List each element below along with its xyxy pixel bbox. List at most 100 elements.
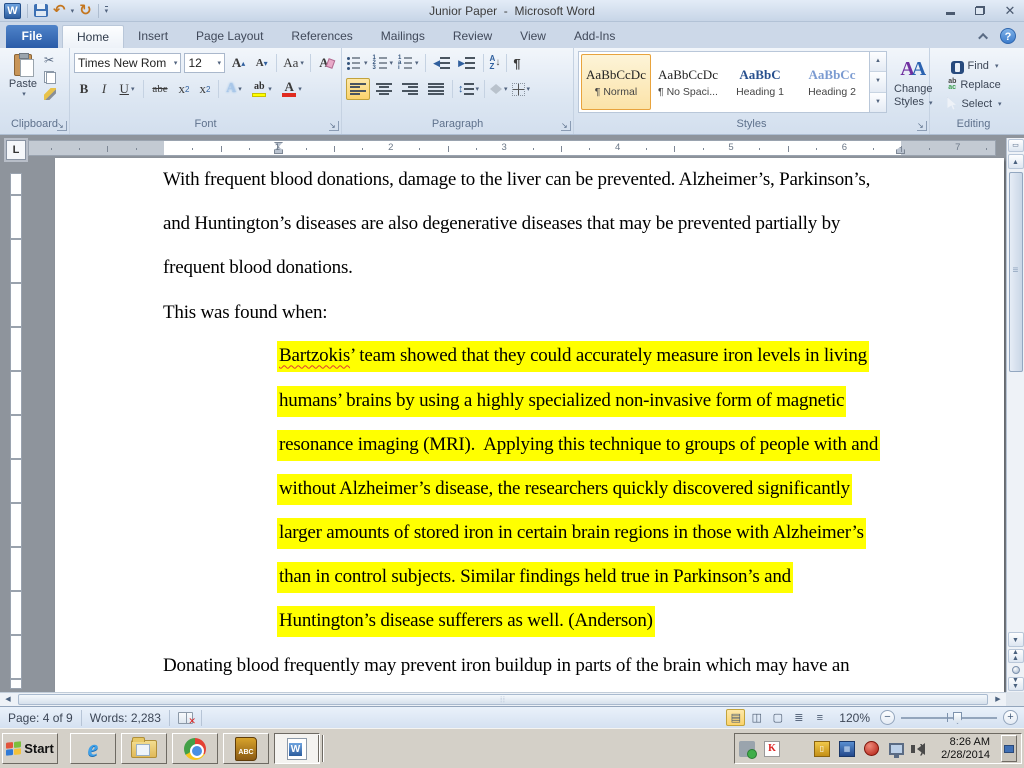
tab-view[interactable]: View bbox=[506, 25, 560, 48]
shading-button[interactable]: ▾ bbox=[489, 83, 509, 95]
tab-file[interactable]: File bbox=[6, 25, 58, 48]
horizontal-scroll-thumb[interactable]: ⦙⦙ bbox=[18, 694, 988, 705]
grow-font-button[interactable]: A▴ bbox=[228, 54, 249, 72]
font-size-combo[interactable]: 12▾ bbox=[184, 53, 225, 73]
styles-scroll-down-icon[interactable]: ▼ bbox=[870, 72, 886, 92]
paragraph-dialog-launcher[interactable]: ↘ bbox=[561, 121, 571, 131]
find-button[interactable]: Find▾ bbox=[934, 56, 1013, 75]
vertical-scroll-thumb[interactable] bbox=[1009, 172, 1023, 372]
vertical-scrollbar[interactable]: ▭ ▲ ▼ ▲▲ ▼▼ bbox=[1006, 138, 1024, 692]
kaspersky-icon[interactable]: K bbox=[764, 741, 780, 757]
tab-mailings[interactable]: Mailings bbox=[367, 25, 439, 48]
document-line[interactable]: humans’ brains by using a highly special… bbox=[163, 379, 964, 423]
taskbar-clock[interactable]: 8:26 AM 2/28/2014 bbox=[941, 736, 992, 762]
document-line[interactable]: With frequent blood donations, damage to… bbox=[163, 158, 964, 202]
zoom-out-button[interactable]: − bbox=[880, 710, 895, 725]
shrink-font-button[interactable]: A▾ bbox=[252, 56, 271, 70]
proofing-status[interactable] bbox=[170, 707, 201, 728]
cut-icon[interactable]: ✂ bbox=[44, 53, 56, 67]
undo-icon[interactable]: ↶ bbox=[53, 4, 66, 18]
print-layout-view-button[interactable]: ▤ bbox=[726, 709, 745, 726]
tab-page-layout[interactable]: Page Layout bbox=[182, 25, 277, 48]
scroll-left-icon[interactable]: ◀ bbox=[0, 694, 16, 706]
qat-customize-icon[interactable]: ▾ bbox=[105, 6, 109, 15]
replace-button[interactable]: abacReplace bbox=[934, 75, 1013, 94]
taskbar-item-chrome[interactable] bbox=[172, 733, 218, 764]
justify-button[interactable] bbox=[424, 78, 448, 100]
styles-more-icon[interactable]: ▼ bbox=[870, 93, 886, 112]
font-dialog-launcher[interactable]: ↘ bbox=[329, 121, 339, 131]
repeat-icon[interactable]: ↻ bbox=[79, 4, 92, 18]
outline-view-button[interactable]: ≣ bbox=[789, 709, 808, 726]
tray-chip-icon[interactable]: ▦ bbox=[839, 741, 855, 757]
decrease-indent-button[interactable]: ◀ bbox=[431, 56, 453, 70]
save-icon[interactable] bbox=[34, 4, 48, 17]
highlight-color-button[interactable]: ab▾ bbox=[247, 81, 277, 98]
tab-home[interactable]: Home bbox=[62, 25, 124, 48]
network-globe-icon[interactable] bbox=[864, 741, 879, 756]
help-icon[interactable]: ? bbox=[1000, 28, 1016, 44]
clipboard-dialog-launcher[interactable]: ↘ bbox=[57, 121, 67, 131]
taskbar-item-file-explorer[interactable] bbox=[121, 733, 167, 764]
minimize-button[interactable] bbox=[940, 6, 960, 16]
select-browse-object-icon[interactable] bbox=[1012, 666, 1020, 674]
volume-icon[interactable] bbox=[917, 743, 925, 755]
fullscreen-reading-view-button[interactable]: ◫ bbox=[747, 709, 766, 726]
document-page[interactable]: With frequent blood donations, damage to… bbox=[55, 158, 1004, 692]
line-spacing-button[interactable]: ↕▾ bbox=[457, 82, 480, 96]
page-indicator[interactable]: Page: 4 of 9 bbox=[0, 707, 81, 728]
web-layout-view-button[interactable]: ▢ bbox=[768, 709, 787, 726]
tab-insert[interactable]: Insert bbox=[124, 25, 182, 48]
document-line[interactable]: without Alzheimer’s disease, the researc… bbox=[163, 467, 964, 511]
word-app-icon[interactable]: W bbox=[4, 3, 21, 19]
scroll-up-icon[interactable]: ▲ bbox=[1008, 154, 1024, 169]
safely-remove-hardware-icon[interactable] bbox=[739, 741, 755, 757]
bold-button[interactable]: B bbox=[74, 80, 94, 98]
view-ruler-toggle-icon[interactable]: ▭ bbox=[1008, 139, 1024, 152]
document-line[interactable]: This was found when: bbox=[163, 291, 964, 335]
styles-scroll-up-icon[interactable]: ▲ bbox=[870, 52, 886, 72]
document-line[interactable]: Donating blood frequently may prevent ir… bbox=[163, 644, 964, 688]
font-name-combo[interactable]: Times New Rom▾ bbox=[74, 53, 181, 73]
undo-dropdown-icon[interactable]: ▾ bbox=[71, 7, 75, 15]
select-button[interactable]: Select▾ bbox=[934, 94, 1013, 113]
multilevel-list-button[interactable]: 1ai▾ bbox=[397, 56, 420, 70]
strikethrough-button[interactable]: abe bbox=[147, 82, 173, 96]
sort-button[interactable]: AZ↓ bbox=[489, 54, 502, 72]
change-case-button[interactable]: Aa▾ bbox=[282, 54, 305, 72]
align-center-button[interactable] bbox=[372, 78, 396, 100]
document-line[interactable]: Bartzokis’ team showed that they could a… bbox=[163, 335, 964, 379]
align-right-button[interactable] bbox=[398, 78, 422, 100]
zoom-in-button[interactable]: + bbox=[1003, 710, 1018, 725]
scroll-down-icon[interactable]: ▼ bbox=[1008, 632, 1024, 647]
subscript-button[interactable]: x2 bbox=[174, 80, 194, 98]
copy-icon[interactable] bbox=[44, 71, 56, 84]
show-hide-pilcrow-button[interactable]: ¶ bbox=[512, 55, 521, 72]
tab-references[interactable]: References bbox=[277, 25, 366, 48]
align-left-button[interactable] bbox=[346, 78, 370, 100]
show-desktop-button[interactable] bbox=[1001, 735, 1017, 762]
paste-dropdown-icon[interactable]: ▾ bbox=[22, 90, 26, 98]
italic-button[interactable]: I bbox=[95, 80, 113, 98]
tab-stop-selector[interactable]: L bbox=[6, 140, 26, 160]
change-styles-button[interactable]: AA Change Styles ▾ bbox=[893, 51, 934, 117]
next-page-icon[interactable]: ▼▼ bbox=[1008, 677, 1024, 691]
battery-icon[interactable]: ▯ bbox=[814, 741, 830, 757]
styles-dialog-launcher[interactable]: ↘ bbox=[917, 121, 927, 131]
taskbar-item-word[interactable]: W bbox=[274, 733, 320, 764]
network-monitor-icon[interactable] bbox=[889, 743, 904, 755]
style-card-no-spaci[interactable]: AaBbCcDc¶ No Spaci... bbox=[653, 54, 723, 110]
underline-button[interactable]: U▾ bbox=[114, 80, 140, 98]
clear-formatting-button[interactable]: A bbox=[316, 54, 337, 72]
document-line[interactable]: than in control subjects. Similar findin… bbox=[163, 556, 964, 600]
taskbar-item-dictionary[interactable]: ABC bbox=[223, 733, 269, 764]
superscript-button[interactable]: x2 bbox=[195, 80, 215, 98]
bullets-button[interactable]: ▾ bbox=[346, 56, 369, 70]
tab-add-ins[interactable]: Add-Ins bbox=[560, 25, 629, 48]
format-painter-icon[interactable] bbox=[44, 88, 56, 100]
close-button[interactable]: ✕ bbox=[1000, 5, 1020, 16]
paste-button[interactable]: Paste ▾ bbox=[4, 51, 42, 99]
numbering-button[interactable]: 123▾ bbox=[372, 56, 395, 70]
text-effects-button[interactable]: A▾ bbox=[222, 80, 246, 98]
collapse-ribbon-icon[interactable] bbox=[978, 32, 988, 42]
